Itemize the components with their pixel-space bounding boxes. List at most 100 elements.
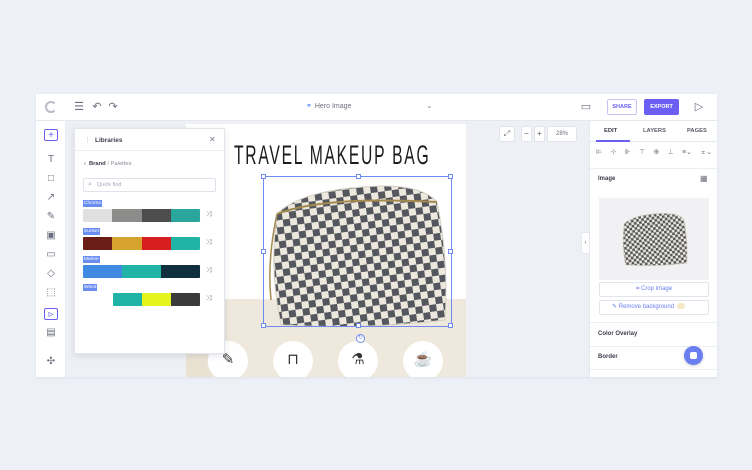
brushes-cup-icon[interactable]: ⚗ <box>338 341 378 377</box>
color-swatch[interactable] <box>161 265 200 278</box>
play-icon[interactable]: ▷ <box>692 100 706 114</box>
search-icon: ⌕ <box>88 181 92 188</box>
crop-image-button[interactable]: ⌗ Crop image <box>599 282 709 297</box>
search-field[interactable]: ⌕ <box>83 178 216 192</box>
fill-tool-icon[interactable]: ◇ <box>44 268 58 280</box>
palette-name: Weed <box>83 284 98 291</box>
align-middle-icon[interactable]: ⊕ <box>653 148 659 162</box>
align-left-icon[interactable]: ⊫ <box>596 148 602 162</box>
text-tool-icon[interactable]: T <box>44 154 58 166</box>
properties-tabs: EDIT LAYERS PAGES <box>590 121 717 142</box>
divider <box>590 369 717 370</box>
redo-icon[interactable]: ↷ <box>106 100 120 114</box>
image-section-title: Image <box>598 176 616 182</box>
headline-text[interactable]: TRAVEL MAKEUP BAG <box>234 140 430 171</box>
breadcrumb: ‹ Brand / Palettes <box>84 161 132 167</box>
color-swatch[interactable] <box>141 209 171 222</box>
export-button[interactable]: EXPORT <box>644 99 679 115</box>
pattern-icon[interactable]: ▦ <box>700 174 708 183</box>
color-swatch[interactable] <box>112 237 142 250</box>
background-tool-icon[interactable]: ▭ <box>44 249 58 261</box>
shape-tool-icon[interactable]: □ <box>44 173 58 185</box>
image-tool-icon[interactable]: ▣ <box>44 230 58 242</box>
palette-swatches[interactable] <box>113 293 200 306</box>
color-swatch[interactable] <box>170 209 200 222</box>
jar-icon[interactable]: ☕ <box>403 341 443 377</box>
layout-tool-icon[interactable]: ▤ <box>44 327 58 339</box>
color-swatch[interactable] <box>83 209 113 222</box>
color-swatch[interactable] <box>113 293 142 306</box>
tube-icon[interactable]: ⊓ <box>273 341 313 377</box>
resize-handle[interactable] <box>448 174 453 179</box>
zoom-in-button[interactable]: + <box>534 126 545 142</box>
align-bottom-icon[interactable]: ⊥ <box>668 148 674 162</box>
palette-swatches[interactable] <box>83 209 200 222</box>
back-chevron-icon[interactable]: ‹ <box>84 161 86 167</box>
close-icon[interactable]: ✕ <box>209 135 216 144</box>
breadcrumb-parent[interactable]: Brand <box>89 161 106 167</box>
color-swatch[interactable] <box>142 293 171 306</box>
resize-handle[interactable] <box>356 323 361 328</box>
libraries-header: ⋮ Libraries ✕ <box>75 129 224 151</box>
resize-handle[interactable] <box>448 249 453 254</box>
app-logo[interactable] <box>45 101 57 113</box>
resize-handle[interactable] <box>261 249 266 254</box>
shuffle-icon[interactable]: ⤨ <box>206 239 212 247</box>
color-overlay-section[interactable]: Color Overlay <box>598 331 637 337</box>
resize-handle[interactable] <box>261 174 266 179</box>
palette-swatches[interactable] <box>83 265 200 278</box>
more-align-icon[interactable]: ⌅⌄ <box>700 148 712 162</box>
shuffle-icon[interactable]: ⤨ <box>206 295 212 303</box>
tab-pages[interactable]: PAGES <box>687 128 707 134</box>
fit-to-screen-icon[interactable]: ⤢ <box>499 126 515 142</box>
zoom-level[interactable]: 28% <box>547 126 577 142</box>
pen-tool-icon[interactable]: ✎ <box>44 211 58 223</box>
tab-layers[interactable]: LAYERS <box>643 128 666 134</box>
libraries-tool-icon[interactable]: ▹ <box>44 308 58 320</box>
collapse-panel-icon[interactable]: › <box>581 232 590 254</box>
menu-icon[interactable]: ☰ <box>72 100 86 114</box>
share-button[interactable]: SHARE <box>607 99 637 115</box>
distribute-icon[interactable]: ≡⌄ <box>682 148 692 162</box>
document-title[interactable]: ⚭ Hero Image <box>306 102 351 110</box>
tab-edit[interactable]: EDIT <box>604 128 617 134</box>
properties-panel: EDIT LAYERS PAGES ⊫ ⊹ ⊪ ⊤ ⊕ ⊥ ≡⌄ ⌅⌄ Imag… <box>589 121 717 377</box>
color-swatch[interactable] <box>122 265 161 278</box>
palette-swatches[interactable] <box>83 237 200 250</box>
top-bar: ☰ ↶ ↷ ⚭ Hero Image ⌄ ▭ SHARE EXPORT ▷ <box>36 94 717 121</box>
remove-background-button[interactable]: ✎ Remove background <box>599 300 709 315</box>
color-swatch[interactable] <box>83 237 113 250</box>
comment-icon[interactable]: ▭ <box>579 100 593 114</box>
color-swatch[interactable] <box>141 237 171 250</box>
search-input[interactable] <box>97 180 212 190</box>
undo-icon[interactable]: ↶ <box>90 100 104 114</box>
zoom-out-button[interactable]: − <box>521 126 532 142</box>
chat-button[interactable] <box>684 346 703 365</box>
align-top-icon[interactable]: ⊤ <box>639 148 645 162</box>
align-toolbar: ⊫ ⊹ ⊪ ⊤ ⊕ ⊥ ≡⌄ ⌅⌄ <box>596 148 712 162</box>
shuffle-icon[interactable]: ⤨ <box>206 267 212 275</box>
resize-handle[interactable] <box>356 174 361 179</box>
shuffle-icon[interactable]: ⤨ <box>206 211 212 219</box>
editor-window: ☰ ↶ ↷ ⚭ Hero Image ⌄ ▭ SHARE EXPORT ▷ + T… <box>36 94 717 377</box>
frame-tool-icon[interactable]: ⬚ <box>44 287 58 299</box>
align-right-icon[interactable]: ⊪ <box>625 148 631 162</box>
resize-handle[interactable] <box>448 323 453 328</box>
rotate-icon[interactable]: ↻ <box>356 334 365 343</box>
resize-handle[interactable] <box>261 323 266 328</box>
color-swatch[interactable] <box>83 265 122 278</box>
color-swatch[interactable] <box>170 237 200 250</box>
magic-wand-icon: ✎ <box>612 304 618 310</box>
selection-box[interactable]: ↻ <box>261 174 453 343</box>
color-swatch[interactable] <box>112 209 142 222</box>
align-center-h-icon[interactable]: ⊹ <box>610 148 616 162</box>
color-swatch[interactable] <box>171 293 200 306</box>
drag-handle-icon[interactable]: ⋮ <box>84 136 91 144</box>
border-section[interactable]: Border <box>598 354 618 360</box>
image-thumbnail[interactable] <box>599 198 709 280</box>
plugins-icon[interactable]: ✣ <box>44 356 58 368</box>
divider <box>590 322 717 323</box>
add-element-icon[interactable]: + <box>44 129 58 141</box>
line-tool-icon[interactable]: ↗ <box>44 192 58 204</box>
chevron-down-icon[interactable]: ⌄ <box>426 101 433 110</box>
